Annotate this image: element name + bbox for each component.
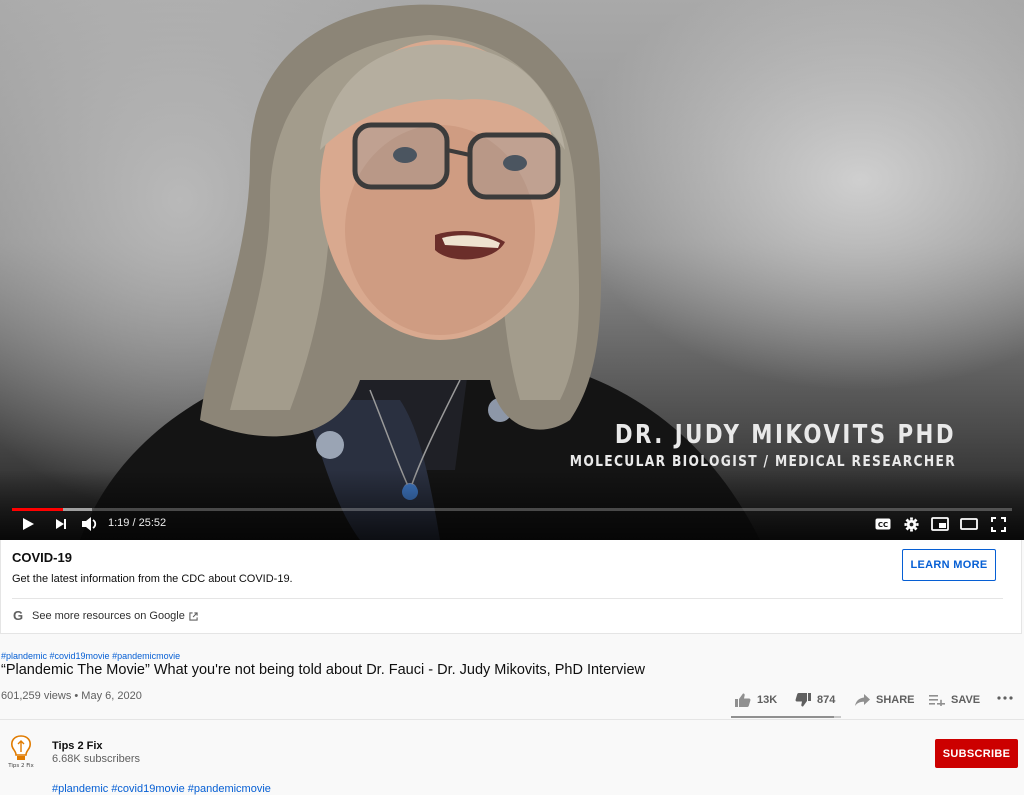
thumbs-up-icon <box>735 693 751 707</box>
miniplayer-button[interactable] <box>929 513 951 535</box>
info-divider <box>0 719 1024 720</box>
share-label: SHARE <box>876 694 915 706</box>
time-display: 1:19 / 25:52 <box>108 517 167 529</box>
play-icon <box>23 518 34 530</box>
fullscreen-button[interactable] <box>987 513 1009 535</box>
play-button[interactable] <box>17 513 39 535</box>
more-horizontal-icon <box>997 696 1013 700</box>
sentiment-bar <box>731 716 841 718</box>
video-title: “Plandemic The Movie” What you're not be… <box>1 662 645 678</box>
next-icon <box>56 519 66 529</box>
share-button[interactable]: SHARE <box>855 691 915 709</box>
google-resources-label: See more resources on Google <box>32 610 185 622</box>
theater-icon <box>960 518 978 530</box>
channel-avatar[interactable]: Tips 2 Fix <box>3 733 39 769</box>
video-meta: 601,259 views • May 6, 2020 <box>1 690 142 702</box>
overlay-role: MOLECULAR BIOLOGIST / MEDICAL RESEARCHER <box>569 452 956 470</box>
covid-info-panel: COVID-19 Get the latest information from… <box>0 540 1022 634</box>
covid-panel-divider <box>12 598 1003 599</box>
progress-bar[interactable] <box>12 508 1012 511</box>
video-player[interactable]: DR. JUDY MIKOVITS PHD MOLECULAR BIOLOGIS… <box>0 0 1024 540</box>
like-count: 13K <box>757 694 778 706</box>
sentiment-bar-likes <box>731 716 835 718</box>
captions-button[interactable]: CC <box>873 513 893 535</box>
avatar-text: Tips 2 Fix <box>7 763 34 769</box>
next-button[interactable] <box>51 513 71 535</box>
svg-text:CC: CC <box>878 521 888 529</box>
description-hashtags[interactable]: #plandemic #covid19movie #pandemicmovie <box>52 783 271 795</box>
share-icon <box>855 694 870 706</box>
covid-panel-description: Get the latest information from the CDC … <box>12 573 293 585</box>
google-resources-link[interactable]: See more resources on Google <box>32 610 198 622</box>
miniplayer-icon <box>931 517 949 531</box>
captions-icon: CC <box>875 518 891 530</box>
save-button[interactable]: SAVE <box>929 691 980 709</box>
volume-button[interactable] <box>79 513 101 535</box>
save-label: SAVE <box>951 694 981 706</box>
channel-name[interactable]: Tips 2 Fix <box>52 740 103 752</box>
settings-button[interactable] <box>901 513 921 535</box>
overlay-name: DR. JUDY MIKOVITS PHD <box>614 420 956 450</box>
dislike-button[interactable]: 874 <box>795 691 835 709</box>
covid-panel-title: COVID-19 <box>12 550 72 565</box>
dislike-count: 874 <box>817 694 836 706</box>
progress-played <box>12 508 63 511</box>
volume-icon <box>82 517 97 531</box>
theater-button[interactable] <box>958 513 980 535</box>
learn-more-button[interactable]: LEARN MORE <box>902 549 996 581</box>
gear-icon <box>903 516 919 532</box>
fullscreen-icon <box>990 516 1006 532</box>
external-link-icon <box>189 611 198 621</box>
add-to-playlist-icon <box>929 695 945 706</box>
video-hashtags[interactable]: #plandemic #covid19movie #pandemicmovie <box>1 651 180 661</box>
thumbs-down-icon <box>795 693 811 707</box>
more-actions-button[interactable] <box>997 689 1013 707</box>
subscribe-button[interactable]: SUBSCRIBE <box>935 739 1018 768</box>
player-controls: 1:19 / 25:52 CC <box>0 513 1024 535</box>
like-button[interactable]: 13K <box>735 691 777 709</box>
subscriber-count: 6.68K subscribers <box>52 753 141 765</box>
google-icon: G <box>13 608 24 623</box>
